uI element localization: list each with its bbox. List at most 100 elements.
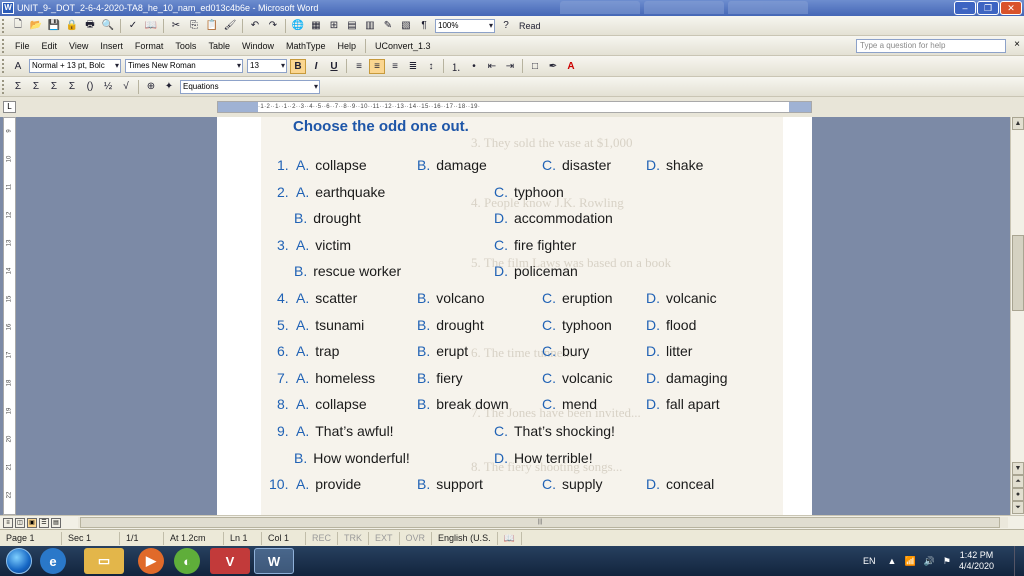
status-rec[interactable]: REC: [306, 531, 339, 545]
insert-table-icon[interactable]: ⊞: [326, 18, 342, 33]
normal-view-icon[interactable]: ≡: [3, 518, 13, 528]
scroll-up-icon[interactable]: ▲: [1012, 117, 1024, 130]
undo-icon[interactable]: ↶: [247, 18, 263, 33]
menu-view[interactable]: View: [63, 41, 94, 51]
coccoc-icon[interactable]: ◐: [174, 548, 200, 574]
format-painter-icon[interactable]: 🖌: [222, 18, 238, 33]
media-player-icon[interactable]: ▶: [138, 548, 164, 574]
read-button[interactable]: Read: [519, 21, 541, 31]
styles-formatting-icon[interactable]: A: [10, 59, 26, 74]
language-indicator[interactable]: EN: [863, 556, 876, 566]
font-size-select[interactable]: 13: [247, 59, 287, 73]
redo-icon[interactable]: ↷: [265, 18, 281, 33]
minimize-button[interactable]: –: [954, 1, 976, 15]
style-select[interactable]: Normal + 13 pt, Bolc: [29, 59, 121, 73]
left-margin-marker[interactable]: [218, 102, 258, 112]
spelling-status-icon[interactable]: 📖: [498, 531, 522, 545]
font-select[interactable]: Times New Roman: [125, 59, 243, 73]
italic-button[interactable]: I: [308, 59, 324, 74]
menu-format[interactable]: Format: [129, 41, 170, 51]
show-hide-icon[interactable]: ¶: [416, 18, 432, 33]
justify-icon[interactable]: ≣: [405, 59, 421, 74]
next-page-icon[interactable]: ⏷: [1012, 501, 1024, 514]
bullets-icon[interactable]: •: [466, 59, 482, 74]
parentheses-icon[interactable]: (): [82, 79, 98, 94]
print-preview-icon[interactable]: 🔍: [100, 18, 116, 33]
numbering-icon[interactable]: ⒈: [448, 59, 464, 74]
decrease-indent-icon[interactable]: ⇤: [484, 59, 500, 74]
vertical-scrollbar[interactable]: ▲ ▼ ⏶ ● ⏷: [1010, 117, 1024, 515]
show-desktop-button[interactable]: [1014, 546, 1024, 576]
status-trk[interactable]: TRK: [338, 531, 370, 545]
menu-table[interactable]: Table: [202, 41, 236, 51]
fraction-icon[interactable]: ½: [100, 79, 116, 94]
print-icon[interactable]: 🖶: [82, 18, 98, 33]
help-icon[interactable]: ?: [498, 18, 514, 33]
close-document-button[interactable]: ×: [1014, 39, 1020, 50]
line-spacing-icon[interactable]: ↕: [423, 59, 439, 74]
font-color-icon[interactable]: A: [563, 59, 579, 74]
align-left-icon[interactable]: ≡: [351, 59, 367, 74]
print-layout-view-icon[interactable]: ▣: [27, 518, 37, 528]
equation-options-icon[interactable]: ✦: [161, 79, 177, 94]
toolbar-grip[interactable]: [2, 79, 6, 94]
increase-indent-icon[interactable]: ⇥: [502, 59, 518, 74]
menu-edit[interactable]: Edit: [36, 41, 64, 51]
menu-uconvert[interactable]: UConvert_1.3: [369, 41, 437, 51]
bold-button[interactable]: B: [290, 58, 306, 74]
clock[interactable]: 1:42 PM 4/4/2020: [959, 550, 994, 572]
highlight-icon[interactable]: ✒: [545, 59, 561, 74]
outline-view-icon[interactable]: ☰: [39, 518, 49, 528]
hscroll-thumb[interactable]: |||: [80, 517, 1000, 528]
tables-borders-icon[interactable]: ▦: [308, 18, 324, 33]
network-icon[interactable]: 📶: [904, 556, 915, 567]
start-button[interactable]: [6, 548, 32, 574]
menu-file[interactable]: File: [9, 41, 36, 51]
status-ext[interactable]: EXT: [369, 531, 400, 545]
status-language[interactable]: English (U.S.: [432, 531, 498, 545]
menu-tools[interactable]: Tools: [169, 41, 202, 51]
copy-icon[interactable]: ⎘: [186, 18, 202, 33]
explorer-icon[interactable]: ▭: [84, 548, 124, 574]
border-icon[interactable]: □: [527, 59, 543, 74]
document-map-icon[interactable]: ▧: [398, 18, 414, 33]
sum-icon[interactable]: Σ: [10, 79, 26, 94]
underline-button[interactable]: U: [326, 59, 342, 74]
save-icon[interactable]: 💾: [46, 18, 62, 33]
status-ovr[interactable]: OVR: [400, 531, 433, 545]
tray-expand-icon[interactable]: ▲: [888, 556, 897, 566]
drawing-icon[interactable]: ✎: [380, 18, 396, 33]
vertical-ruler[interactable]: 9 10 11 12 13 14 15 16 17 18 19 20 21 22: [3, 117, 16, 515]
close-button[interactable]: ✕: [1000, 1, 1022, 15]
insert-excel-icon[interactable]: ▤: [344, 18, 360, 33]
ie-icon[interactable]: e: [40, 548, 66, 574]
open-folder-icon[interactable]: 📂: [28, 18, 44, 33]
align-center-icon[interactable]: ≡: [369, 58, 385, 74]
paste-icon[interactable]: 📋: [204, 18, 220, 33]
radical-icon[interactable]: √: [118, 79, 134, 94]
sum-sub-icon[interactable]: Σ: [28, 79, 44, 94]
permission-icon[interactable]: 🔒: [64, 18, 80, 33]
toolbar-grip[interactable]: [2, 18, 6, 33]
new-document-icon[interactable]: 🗋: [10, 18, 26, 33]
word-taskbar-icon[interactable]: W: [254, 548, 294, 574]
menubar-grip[interactable]: [2, 38, 6, 53]
cut-icon[interactable]: ✂: [168, 18, 184, 33]
browse-object-icon[interactable]: ●: [1012, 488, 1024, 501]
tab-selector[interactable]: L: [3, 101, 16, 113]
align-right-icon[interactable]: ≡: [387, 59, 403, 74]
zoom-select[interactable]: 100%: [435, 18, 495, 33]
volume-icon[interactable]: 🔊: [924, 556, 935, 567]
menu-help[interactable]: Help: [332, 41, 363, 51]
document-page[interactable]: 3. They sold the vase at $1,000 4. Peopl…: [217, 117, 812, 515]
sum-sup-icon[interactable]: Σ: [46, 79, 62, 94]
hyperlink-icon[interactable]: 🌐: [290, 18, 306, 33]
web-layout-view-icon[interactable]: ◫: [15, 518, 25, 528]
scroll-thumb[interactable]: [1012, 235, 1024, 311]
horizontal-ruler[interactable]: ·1·2··1··1··2··3··4··5··6··7··8··9··10··…: [217, 101, 812, 113]
spelling-icon[interactable]: ✓: [125, 18, 141, 33]
toolbar-grip[interactable]: [2, 59, 6, 73]
word-app-icon[interactable]: W: [2, 2, 14, 14]
reading-layout-view-icon[interactable]: ▤: [51, 518, 61, 528]
right-margin-marker[interactable]: [789, 102, 811, 112]
